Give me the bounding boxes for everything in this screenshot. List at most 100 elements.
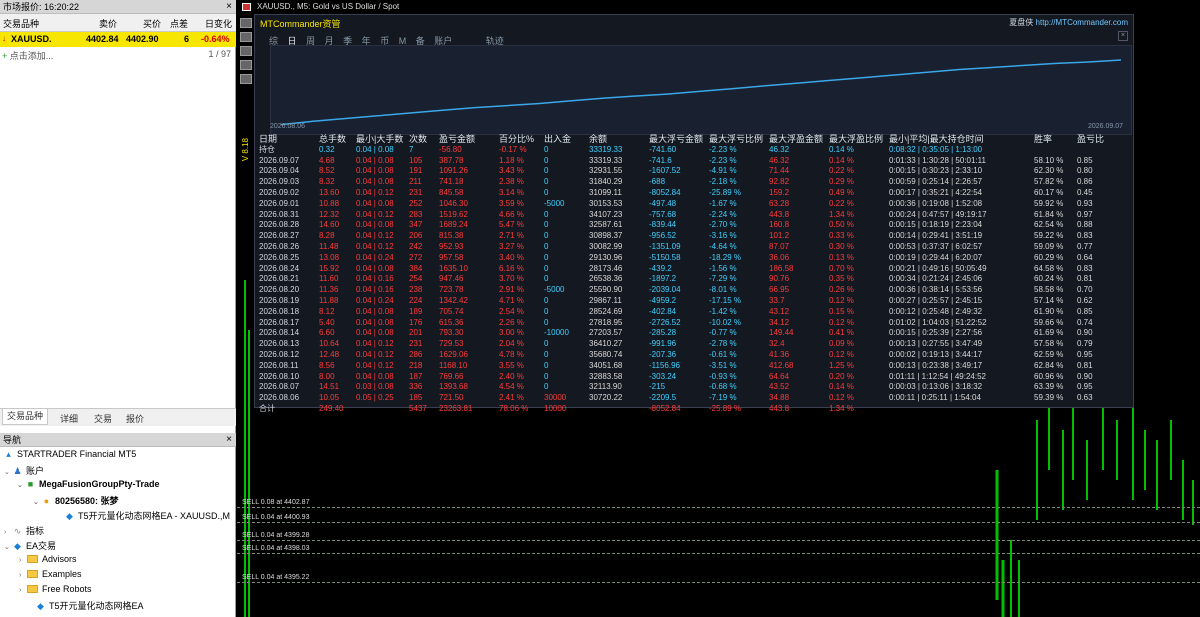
tab-ticks[interactable]: 报价 — [126, 412, 144, 425]
nav-server[interactable]: ⌄ ■ MegaFusionGroupPty-Trade — [17, 479, 160, 489]
sell-order-line[interactable]: SELL 0.08 at 4402.87 — [237, 499, 1200, 508]
close-icon[interactable]: × — [226, 0, 232, 14]
table-cell: 59.66 % — [1034, 317, 1064, 327]
nav-accounts[interactable]: ⌄ ♟ 账户 — [4, 464, 44, 477]
nav-folder-free-robots[interactable]: › Free Robots — [19, 584, 92, 594]
table-cell: 66.95 — [769, 285, 790, 295]
sell-order-line[interactable]: SELL 0.04 at 4398.03 — [237, 545, 1200, 554]
table-cell: 0.04 | 0.12 — [356, 349, 394, 359]
table-cell: 2026.08.25 — [259, 252, 300, 262]
col-spread[interactable]: 点差 — [170, 17, 188, 30]
table-row: 2026.09.04 8.52 0.04 | 0.08 191 1091.26 3.43 … — [259, 166, 1131, 177]
table-cell: 4.78 % — [499, 349, 524, 359]
table-cell: 2026.08.13 — [259, 339, 300, 349]
add-symbol[interactable]: + 点击添加... — [2, 49, 53, 62]
sell-order-line[interactable]: SELL 0.04 at 4399.28 — [237, 532, 1200, 541]
stats-table: 日期 总手数 最小|大手数 次数 盈亏金额 百分比% 出入金 余额 最大浮亏金额 最大浮亏比例 最大… — [259, 134, 1131, 415]
broker-icon: ▴ — [6, 449, 11, 459]
table-row: 2026.08.20 11.36 0.04 | 0.16 238 723.78 2.91 … — [259, 285, 1131, 296]
table-cell: 0.80 — [1077, 166, 1093, 176]
symbol-row[interactable]: ↓ XAUUSD. 4402.84 4402.90 6 -0.64% — [0, 32, 236, 47]
table-cell: 30000 — [544, 393, 567, 403]
table-cell: 14.60 — [319, 220, 340, 230]
col-change[interactable]: 日变化 — [205, 17, 232, 30]
table-cell: 0 — [544, 274, 549, 284]
nav-account[interactable]: ⌄ ● 80256580: 张梦 — [33, 494, 119, 507]
nav-folder-advisors[interactable]: › Advisors — [19, 554, 77, 564]
table-cell: 0.70 % — [829, 263, 854, 273]
table-row: 2026.08.19 11.88 0.04 | 0.24 224 1342.42 4.71… — [259, 296, 1131, 307]
col-symbol[interactable]: 交易品种 — [3, 17, 39, 30]
tab-details[interactable]: 详细 — [60, 412, 78, 425]
nav-ea-file[interactable]: ◆ T5开元量化动态网格EA — [35, 599, 143, 612]
table-cell: 0.04 | 0.08 — [356, 177, 394, 187]
table-cell: -7.19 % — [709, 393, 737, 403]
col-bid[interactable]: 卖价 — [99, 17, 117, 30]
table-cell: 1393.68 — [439, 382, 468, 392]
tab-symbols[interactable]: 交易品种 — [2, 409, 49, 425]
table-cell: 35680.74 — [589, 349, 623, 359]
table-cell: -2209.5 — [649, 393, 677, 403]
table-cell: 23263.81 — [439, 403, 473, 413]
toolbar-btn-3[interactable] — [240, 46, 252, 56]
table-cell: 0.62 — [1077, 295, 1093, 305]
table-cell: 31099.11 — [589, 187, 622, 197]
table-cell: 27203.57 — [589, 328, 623, 338]
table-cell: 2.26 % — [499, 317, 524, 327]
table-cell: 0:00:53 | 0:37:37 | 6:02:57 — [889, 241, 983, 251]
table-cell: 0.04 | 0.16 — [356, 285, 394, 295]
chart-window[interactable]: XAUUSD., M5: Gold vs US Dollar / Spot V … — [237, 0, 1200, 617]
table-cell: 0 — [544, 209, 549, 219]
table-cell: 32931.55 — [589, 166, 623, 176]
nav-ea-instance[interactable]: ◆ T5开元量化动态网格EA - XAUUSD.,M — [64, 509, 230, 522]
nav-indicators[interactable]: › ∿ 指标 — [4, 524, 44, 537]
table-row: 2026.09.02 13.60 0.04 | 0.12 231 845.58 3.14 … — [259, 188, 1131, 199]
table-cell: 11.88 — [319, 295, 339, 305]
sell-order-label: SELL 0.08 at 4402.87 — [242, 499, 310, 506]
table-cell: 持仓 — [259, 144, 275, 154]
table-cell: 0.49 % — [829, 187, 854, 197]
table-row: 2026.08.21 11.60 0.04 | 0.16 254 947.46 3.70 … — [259, 274, 1131, 285]
table-cell: 0.04 | 0.24 — [356, 295, 394, 305]
table-cell: -2726.52 — [649, 317, 681, 327]
toolbar-btn-1[interactable] — [240, 18, 252, 28]
table-cell: 0.04 | 0.12 — [356, 187, 394, 197]
table-cell: 176 — [409, 317, 423, 327]
table-cell: 26538.36 — [589, 274, 623, 284]
table-row: 2026.08.07 14.51 0.03 | 0.08 336 1393.68 4.54… — [259, 382, 1131, 393]
table-row: 2026.08.24 15.92 0.04 | 0.08 384 1635.10 6.16… — [259, 264, 1131, 275]
nav-folder-examples[interactable]: › Examples — [19, 569, 82, 579]
table-cell: 62.30 % — [1034, 166, 1064, 176]
table-cell: 28524.69 — [589, 306, 623, 316]
table-cell: -207.36 — [649, 349, 677, 359]
panel-close-icon[interactable]: × — [1118, 31, 1128, 41]
table-cell: 最大浮亏比例 — [709, 134, 764, 144]
table-cell: 793.30 — [439, 328, 464, 338]
table-cell: 0.04 | 0.08 — [356, 306, 394, 316]
col-ask[interactable]: 买价 — [143, 17, 161, 30]
table-cell: 149.44 — [769, 328, 794, 338]
table-row: 2026.08.11 8.56 0.04 | 0.12 218 1168.10 3.55 … — [259, 361, 1131, 372]
sell-order-line[interactable]: SELL 0.04 at 4395.22 — [237, 574, 1200, 583]
close-icon[interactable]: × — [226, 433, 232, 447]
tab-trading[interactable]: 交易 — [94, 412, 112, 425]
table-cell: 729.53 — [439, 339, 464, 349]
table-cell: 8.00 — [319, 371, 335, 381]
user-icon: ● — [43, 496, 50, 506]
toolbar-btn-5[interactable] — [240, 74, 252, 84]
toolbar-btn-4[interactable] — [240, 60, 252, 70]
table-cell: -0.61 % — [709, 349, 737, 359]
panel-credit: 夏盘侠 http://MTCommander.com — [1009, 18, 1128, 27]
table-cell: -741.6 — [649, 155, 672, 165]
table-cell: 胜率 — [1034, 134, 1053, 144]
sell-order-line[interactable]: SELL 0.04 at 4400.93 — [237, 514, 1200, 523]
table-cell: -1897.2 — [649, 274, 677, 284]
table-cell: 0.04 | 0.08 — [356, 328, 394, 338]
table-cell: -439.2 — [649, 263, 672, 273]
table-cell: 0:01:02 | 1:04:03 | 51:22:52 — [889, 317, 987, 327]
nav-experts[interactable]: ⌄ ◆ EA交易 — [4, 539, 56, 552]
toolbar-btn-2[interactable] — [240, 32, 252, 42]
table-cell: 0.90 — [1077, 328, 1093, 338]
nav-broker[interactable]: ▴ STARTRADER Financial MT5 — [3, 449, 136, 460]
table-cell: 1091.26 — [439, 166, 468, 176]
